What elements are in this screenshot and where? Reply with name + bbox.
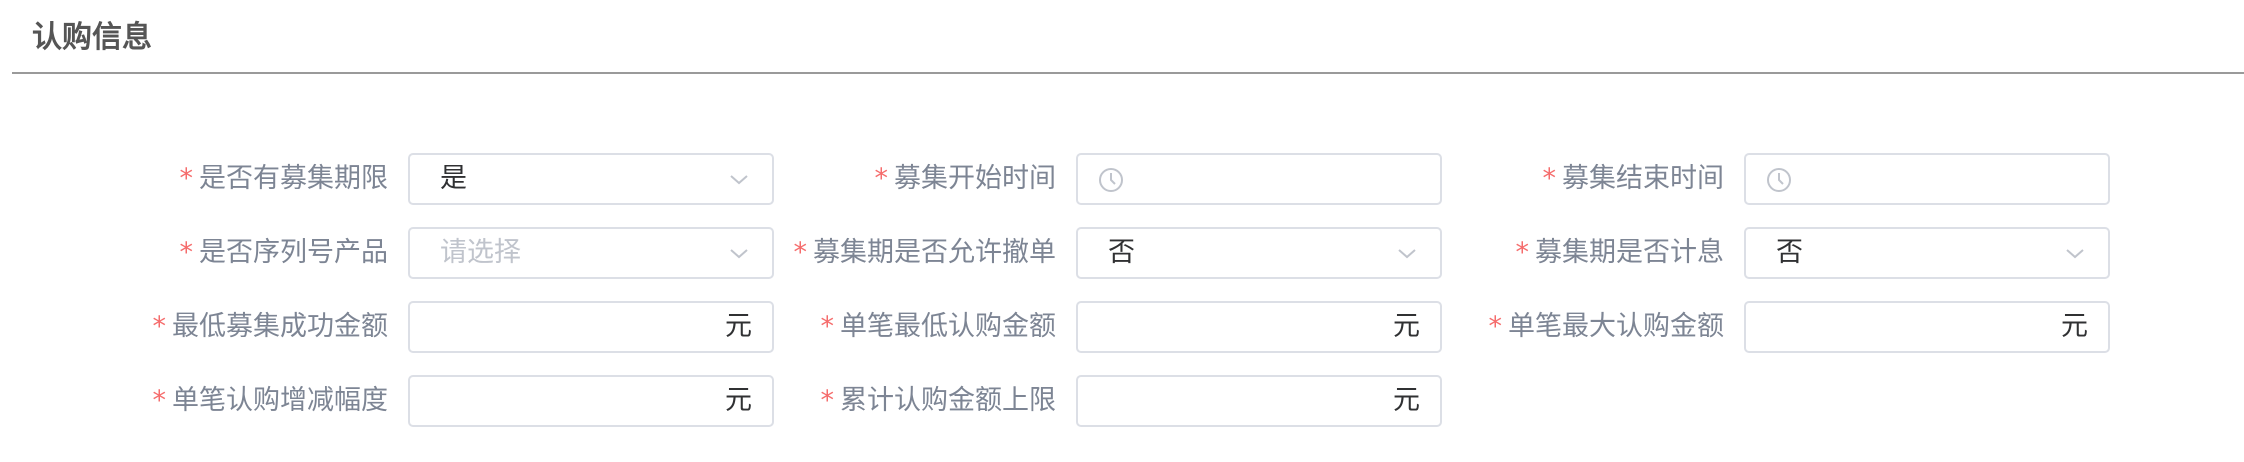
form-label: * 募集期是否计息 bbox=[1516, 227, 1725, 279]
form-item-single-max-amount: * 单笔最大认购金额 元 bbox=[0, 301, 2110, 353]
form-item-accrue-interest: * 募集期是否计息 否 bbox=[0, 227, 2110, 279]
required-asterisk: * bbox=[1542, 163, 1557, 194]
required-asterisk: * bbox=[1488, 311, 1503, 342]
clock-icon bbox=[1767, 168, 1791, 192]
label-text: 累计认购金额上限 bbox=[840, 385, 1056, 416]
label-text: 募集期是否计息 bbox=[1535, 237, 1724, 268]
required-asterisk: * bbox=[820, 385, 835, 416]
section-header: 认购信息 bbox=[12, 0, 2244, 74]
label-text: 募集结束时间 bbox=[1562, 163, 1724, 194]
form-label: * 累计认购金额上限 bbox=[821, 375, 1057, 427]
form-label: * 募集结束时间 bbox=[1543, 153, 1725, 205]
section-title: 认购信息 bbox=[32, 20, 152, 55]
single-max-amount-input[interactable]: 元 bbox=[1744, 301, 2110, 353]
required-asterisk: * bbox=[1515, 237, 1530, 268]
form-item-total-limit: * 累计认购金额上限 元 bbox=[0, 375, 1442, 427]
select-value: 否 bbox=[1776, 237, 1803, 268]
chevron-down-icon bbox=[2066, 249, 2084, 259]
unit-suffix: 元 bbox=[2061, 311, 2088, 342]
end-time-picker[interactable] bbox=[1744, 153, 2110, 205]
form-item-end-time: * 募集结束时间 bbox=[0, 153, 2110, 205]
unit-suffix: 元 bbox=[1393, 385, 1420, 416]
total-limit-input[interactable]: 元 bbox=[1076, 375, 1442, 427]
form-label: * 单笔最大认购金额 bbox=[1489, 301, 1725, 353]
label-text: 单笔最大认购金额 bbox=[1508, 311, 1724, 342]
accrue-interest-select[interactable]: 否 bbox=[1744, 227, 2110, 279]
